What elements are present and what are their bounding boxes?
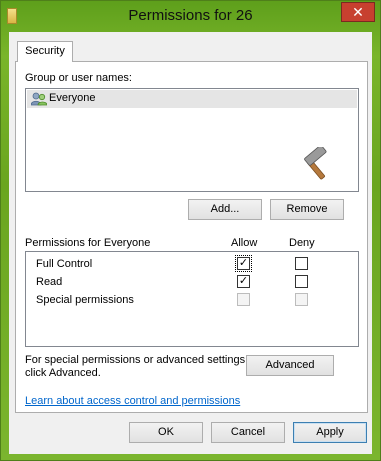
deny-header: Deny: [289, 237, 315, 249]
advanced-button[interactable]: Advanced: [246, 355, 334, 376]
group-user-list[interactable]: Everyone: [25, 88, 359, 192]
full-control-allow-checkbox[interactable]: ✓: [235, 255, 252, 272]
allow-header: Allow: [231, 237, 258, 249]
security-tab-page: Group or user names: Everyone Add... Rem…: [15, 61, 368, 413]
permission-name: Special permissions: [36, 294, 134, 306]
group-names-label: Group or user names:: [25, 72, 132, 84]
permissions-header: Permissions for Everyone: [25, 237, 151, 249]
advanced-note-line1: For special permissions or advanced sett…: [25, 354, 249, 366]
read-deny-checkbox[interactable]: [295, 275, 308, 288]
permissions-dialog: Permissions for 26 ✕ Security Group or u…: [0, 0, 381, 461]
full-control-deny-checkbox[interactable]: [295, 257, 308, 270]
title-bar[interactable]: Permissions for 26 ✕: [1, 1, 380, 32]
add-button[interactable]: Add...: [188, 199, 262, 220]
remove-button[interactable]: Remove: [270, 199, 344, 220]
dialog-client: Security Group or user names: Everyone A…: [9, 32, 372, 454]
cancel-button[interactable]: Cancel: [211, 422, 285, 443]
hammer-icon: [304, 147, 327, 180]
list-item[interactable]: Everyone: [27, 90, 357, 108]
permission-name: Full Control: [36, 258, 93, 270]
user-name: Everyone: [49, 92, 96, 104]
users-group-icon: [31, 92, 47, 106]
apply-button[interactable]: Apply: [293, 422, 367, 443]
special-allow-checkbox: [237, 293, 250, 306]
special-deny-checkbox: [295, 293, 308, 306]
read-allow-checkbox[interactable]: ✓: [237, 275, 250, 288]
ok-button[interactable]: OK: [129, 422, 203, 443]
window-title: Permissions for 26: [128, 7, 253, 24]
permissions-list: Full Control ✓ Read ✓ Special permission…: [25, 251, 359, 347]
permission-name: Read: [36, 276, 63, 288]
close-button[interactable]: ✕: [341, 2, 375, 22]
tab-security[interactable]: Security: [17, 41, 73, 62]
learn-more-link[interactable]: Learn about access control and permissio…: [25, 395, 240, 407]
advanced-note-line2: click Advanced.: [25, 367, 101, 379]
